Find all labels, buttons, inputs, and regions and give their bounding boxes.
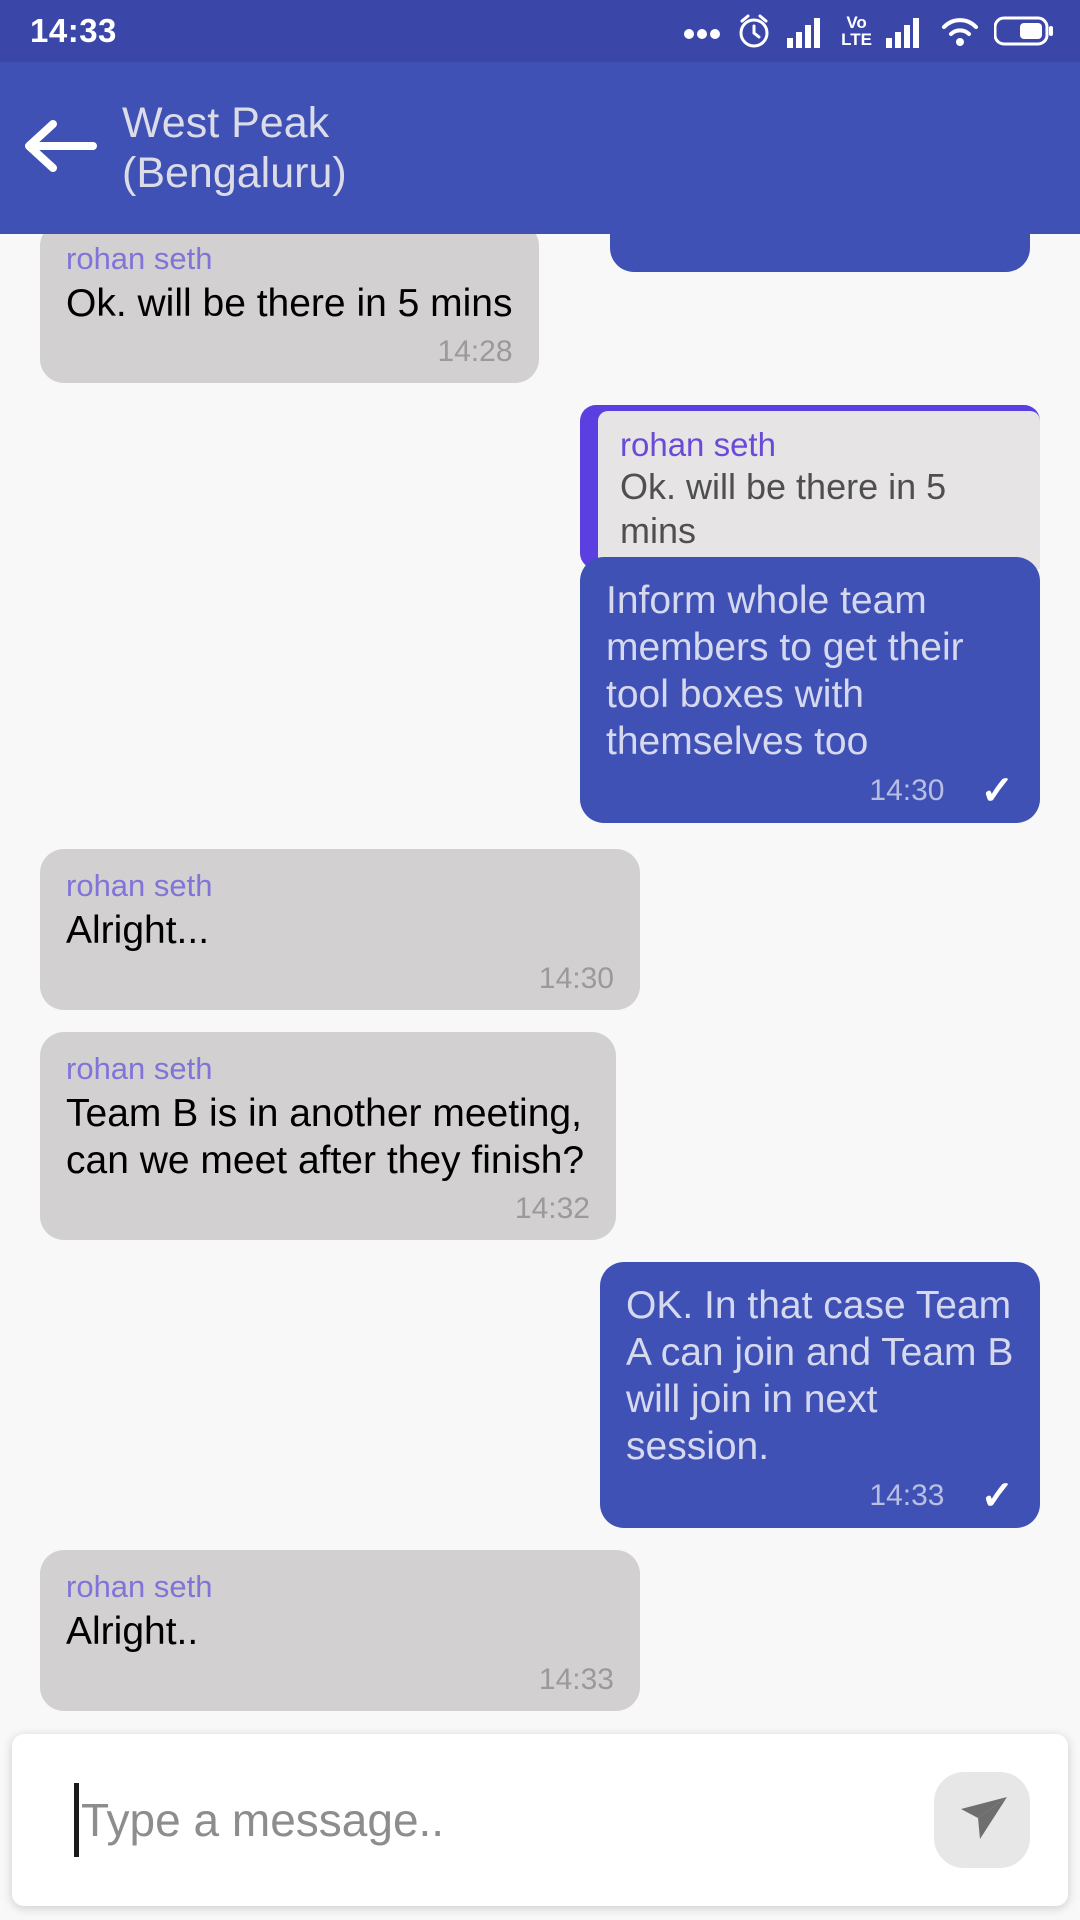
header-title-line1: West Peak — [122, 99, 330, 147]
message-composer-bar: Type a message.. — [12, 1734, 1068, 1906]
message-bubble-incoming[interactable]: rohan seth Alright.. 14:33 — [40, 1550, 640, 1711]
back-arrow-icon — [23, 118, 97, 179]
status-bar-icons: Vo LTE — [683, 12, 1054, 50]
message-bubble-incoming[interactable]: rohan seth Alright... 14:30 — [40, 849, 640, 1010]
message-row-incoming[interactable]: rohan seth Alright... 14:30 — [0, 849, 1080, 1010]
message-bubble-outgoing[interactable]: Inform whole team members to get their t… — [580, 557, 1040, 823]
message-input[interactable]: Type a message.. — [74, 1734, 934, 1906]
header-title-line2: (Bengaluru) — [122, 149, 347, 197]
quoted-message-text: Ok. will be there in 5 mins — [620, 466, 947, 551]
more-dots-icon — [683, 23, 721, 39]
message-sender-name: rohan seth — [66, 868, 213, 903]
chat-message-list[interactable]: rohan seth Ok. will be there in 5 mins 1… — [0, 62, 1080, 1732]
volte-bottom-label: LTE — [841, 30, 872, 49]
message-text: Ok. will be there in 5 mins — [66, 282, 513, 325]
quoted-sender-name: rohan seth — [620, 426, 776, 463]
message-timestamp: 14:33 — [869, 1479, 945, 1512]
back-button[interactable] — [0, 62, 120, 234]
volte-icon: Vo LTE — [841, 14, 872, 48]
message-sender-name: rohan seth — [66, 1051, 213, 1086]
message-row-outgoing[interactable]: rohan seth Ok. will be there in 5 mins I… — [0, 405, 1080, 823]
message-text: Alright.. — [66, 1610, 199, 1653]
signal-bars-icon — [787, 14, 827, 48]
page-title: West Peak (Bengaluru) — [122, 98, 347, 198]
message-timestamp: 14:28 — [437, 335, 513, 368]
message-timestamp: 14:32 — [514, 1192, 590, 1225]
status-bar: 14:33 Vo LTE — [0, 0, 1080, 62]
message-sent-check-icon: ✓ — [980, 769, 1014, 813]
message-row-incoming[interactable]: rohan seth Team B is in another meeting,… — [0, 1032, 1080, 1240]
wifi-icon — [940, 14, 980, 48]
message-bubble-incoming[interactable]: rohan seth Team B is in another meeting,… — [40, 1032, 616, 1240]
message-sender-name: rohan seth — [66, 241, 213, 276]
volte-top-label: Vo — [846, 13, 867, 32]
message-text: OK. In that case Team A can join and Tea… — [626, 1284, 1014, 1468]
text-cursor — [74, 1783, 79, 1857]
message-timestamp: 14:33 — [538, 1663, 614, 1696]
signal-bars-2-icon — [886, 14, 926, 48]
message-input-placeholder: Type a message.. — [81, 1794, 445, 1846]
app-header: West Peak (Bengaluru) — [0, 62, 1080, 234]
battery-icon — [994, 15, 1054, 47]
message-bubble-incoming[interactable]: rohan seth Ok. will be there in 5 mins 1… — [40, 222, 539, 383]
message-row-incoming[interactable]: rohan seth Alright.. 14:33 — [0, 1550, 1080, 1711]
message-text: Alright... — [66, 909, 210, 952]
message-text: Inform whole team members to get their t… — [606, 579, 964, 763]
chat-messages-container: rohan seth Ok. will be there in 5 mins 1… — [0, 62, 1080, 1732]
reply-message-group[interactable]: rohan seth Ok. will be there in 5 mins I… — [580, 405, 1040, 823]
message-meta: 14:30 ✓ — [606, 771, 1014, 811]
message-text: Team B is in another meeting, can we mee… — [66, 1092, 585, 1182]
quoted-message-accent[interactable]: rohan seth Ok. will be there in 5 mins — [580, 405, 1040, 569]
message-sent-check-icon: ✓ — [980, 1474, 1014, 1518]
message-timestamp: 14:30 — [869, 774, 945, 807]
message-bubble-outgoing[interactable]: OK. In that case Team A can join and Tea… — [600, 1262, 1040, 1528]
message-row-outgoing[interactable]: OK. In that case Team A can join and Tea… — [0, 1262, 1080, 1528]
send-button[interactable] — [934, 1772, 1030, 1868]
status-bar-time: 14:33 — [30, 12, 117, 49]
send-paper-plane-icon — [951, 1787, 1013, 1854]
message-meta: 14:33 ✓ — [626, 1476, 1014, 1516]
message-sender-name: rohan seth — [66, 1569, 213, 1604]
quoted-message: rohan seth Ok. will be there in 5 mins — [598, 411, 1040, 569]
alarm-icon — [735, 12, 773, 50]
message-timestamp: 14:30 — [538, 962, 614, 995]
